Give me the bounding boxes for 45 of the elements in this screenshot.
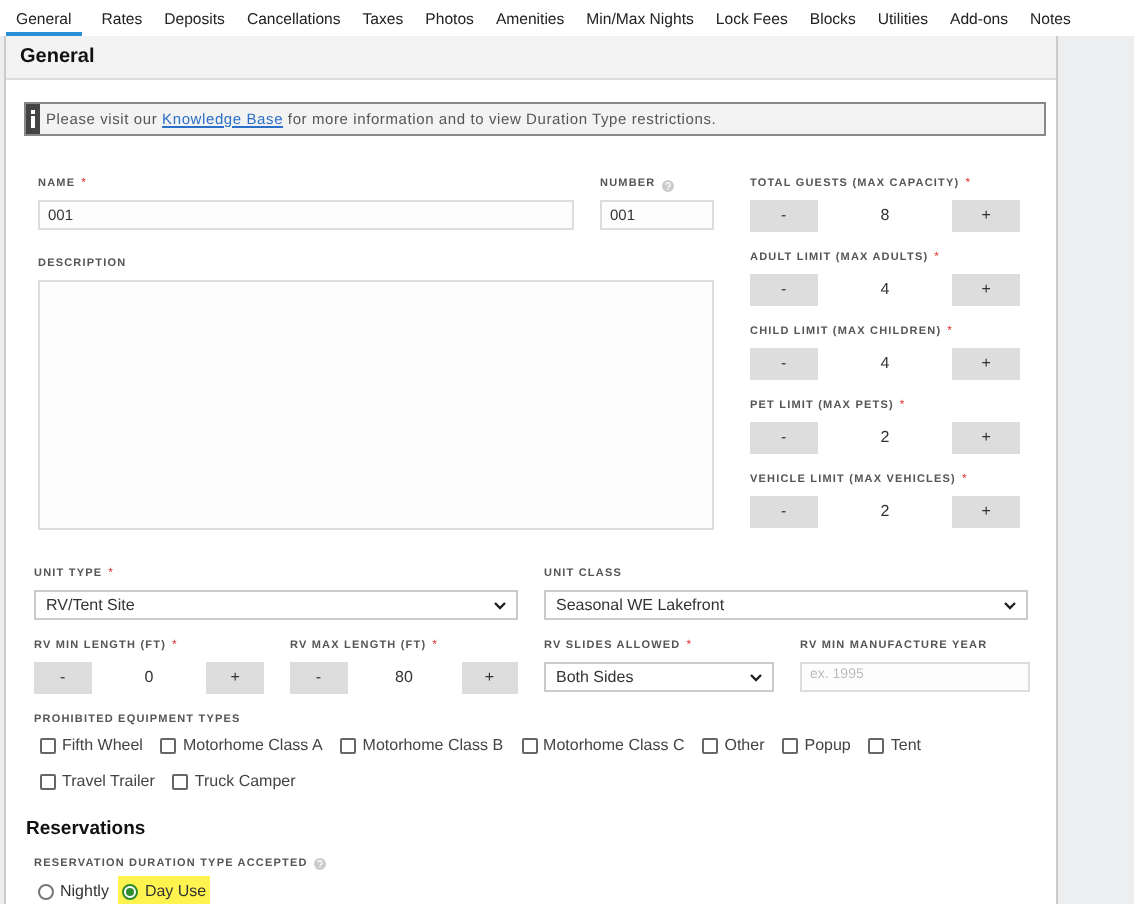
decrement-button[interactable]: - bbox=[750, 274, 818, 306]
checkbox-option[interactable]: Motorhome Class B bbox=[340, 736, 504, 756]
radio-option[interactable]: Day Use bbox=[118, 876, 211, 904]
checkbox-option[interactable]: Motorhome Class A bbox=[160, 736, 323, 756]
section-heading: Reservations bbox=[26, 816, 148, 844]
increment-button[interactable]: + bbox=[461, 662, 518, 694]
panel-title: General bbox=[20, 44, 95, 72]
checkbox-option[interactable]: Motorhome Class C bbox=[521, 736, 685, 756]
increment-button[interactable]: + bbox=[952, 496, 1020, 528]
select-field[interactable]: RV/Tent Site bbox=[34, 590, 518, 620]
chevron-icon bbox=[750, 673, 762, 681]
select-field[interactable]: Both Sides bbox=[544, 662, 774, 692]
decrement-button[interactable]: - bbox=[750, 348, 818, 380]
radio-option[interactable]: Nightly bbox=[34, 876, 113, 904]
checkbox[interactable] bbox=[521, 738, 538, 754]
checkbox[interactable] bbox=[40, 738, 56, 754]
decrement-button[interactable]: - bbox=[34, 662, 92, 694]
radio-button[interactable] bbox=[38, 884, 54, 901]
checkbox[interactable] bbox=[172, 774, 189, 790]
decrement-button[interactable]: - bbox=[750, 200, 818, 232]
checkbox-option[interactable]: Fifth Wheel bbox=[40, 736, 143, 756]
chevron-icon bbox=[494, 601, 506, 609]
checkbox[interactable] bbox=[782, 738, 799, 754]
checkbox[interactable] bbox=[160, 738, 177, 754]
checkbox[interactable] bbox=[702, 738, 719, 754]
description-field[interactable] bbox=[38, 280, 714, 530]
checkbox-option[interactable]: Travel Trailer bbox=[40, 772, 155, 792]
increment-button[interactable]: + bbox=[952, 422, 1020, 454]
checkbox-option[interactable]: Truck Camper bbox=[172, 772, 296, 792]
checkbox[interactable] bbox=[340, 738, 357, 754]
increment-button[interactable]: + bbox=[952, 200, 1020, 232]
decrement-button[interactable]: - bbox=[750, 422, 818, 454]
increment-button[interactable]: + bbox=[952, 348, 1020, 380]
radio-button[interactable] bbox=[122, 884, 139, 901]
increment-button[interactable]: + bbox=[952, 274, 1020, 306]
decrement-button[interactable]: - bbox=[750, 496, 818, 528]
checkbox[interactable] bbox=[40, 774, 56, 790]
select-field[interactable]: Seasonal WE Lakefront bbox=[544, 590, 1028, 620]
checkbox-option[interactable]: Popup bbox=[782, 736, 851, 756]
chevron-icon bbox=[1004, 601, 1016, 609]
checkbox-option[interactable]: Tent bbox=[868, 736, 921, 756]
checkbox[interactable] bbox=[868, 738, 885, 754]
increment-button[interactable]: + bbox=[206, 662, 264, 694]
checkbox-option[interactable]: Other bbox=[702, 736, 765, 756]
decrement-button[interactable]: - bbox=[290, 662, 347, 694]
